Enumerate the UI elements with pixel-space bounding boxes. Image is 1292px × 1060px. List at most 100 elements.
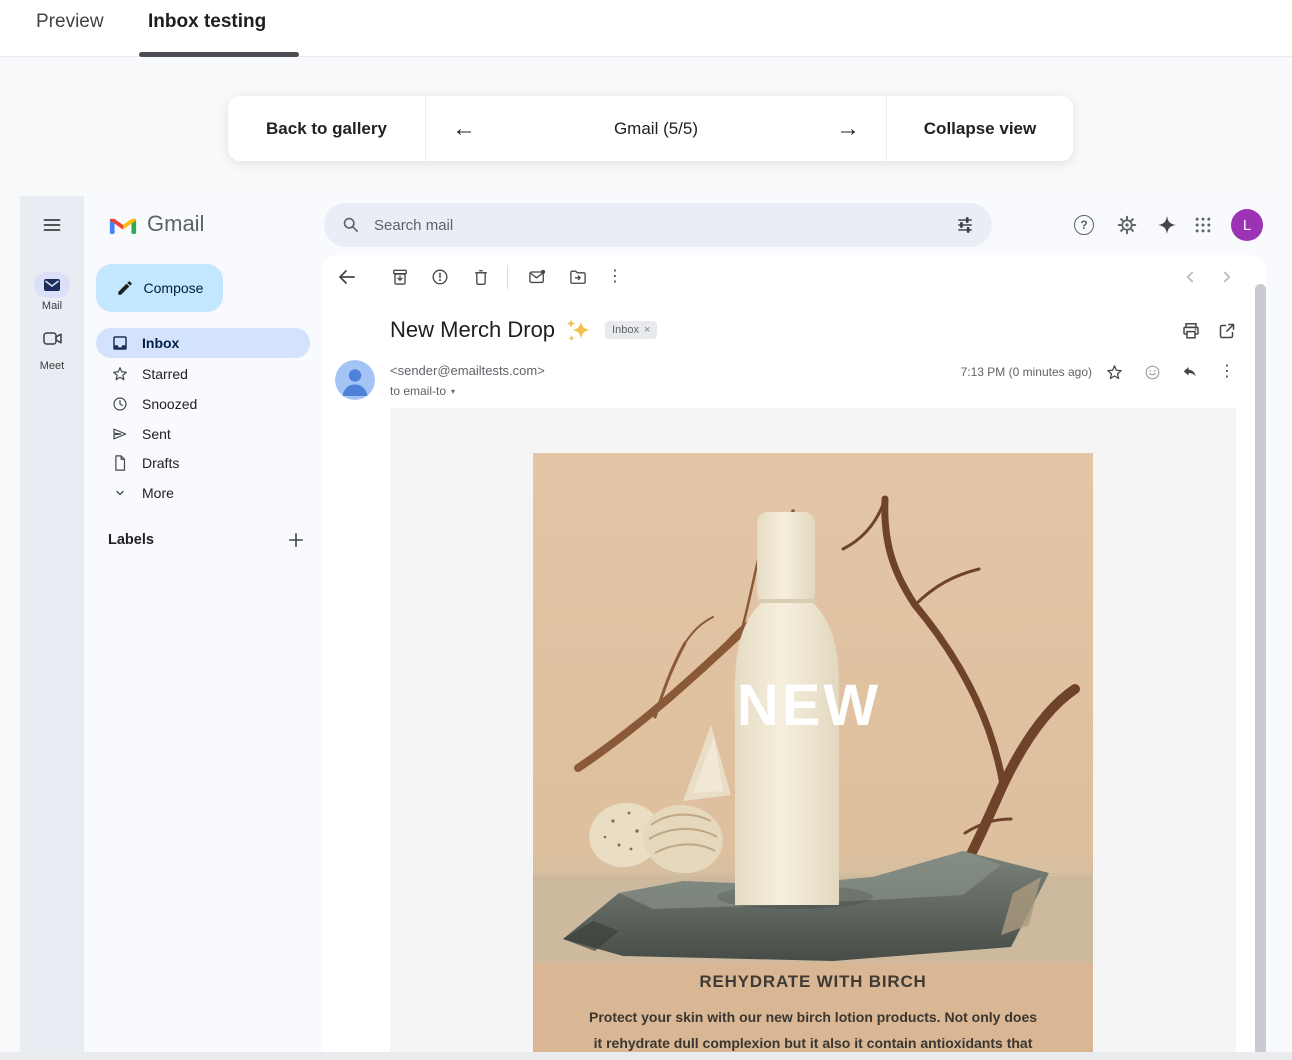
mark-unread-icon[interactable] xyxy=(519,259,555,295)
sidebar-item-label: Inbox xyxy=(142,335,179,351)
email-heading: REHYDRATE WITH BIRCH xyxy=(533,972,1093,992)
collapse-view-button[interactable]: Collapse view xyxy=(887,96,1073,161)
help-icon: ? xyxy=(1074,215,1094,235)
product-hero-image: NEW xyxy=(533,453,1093,963)
sidebar-item-label: More xyxy=(142,485,174,501)
pane-scrollbar[interactable] xyxy=(1255,284,1266,1053)
tab-preview[interactable]: Preview xyxy=(36,11,104,33)
email-paragraph-line2: it rehydrate dull complexion but it also… xyxy=(533,1035,1093,1051)
gmail-logo: Gmail xyxy=(108,211,204,237)
recipient-text: to email-to xyxy=(390,384,446,398)
search-bar xyxy=(324,203,992,247)
clock-icon xyxy=(110,395,130,413)
chip-remove-icon[interactable]: × xyxy=(644,324,650,336)
compose-button[interactable]: Compose xyxy=(96,264,223,312)
previous-client-arrow-icon[interactable]: ← xyxy=(452,117,476,141)
recipient-line[interactable]: to email-to ▾ xyxy=(390,384,455,398)
search-icon xyxy=(342,216,360,234)
print-icon[interactable] xyxy=(1173,313,1209,349)
search-input[interactable] xyxy=(374,217,942,234)
rail-meet-button[interactable] xyxy=(38,327,66,349)
rail-mail-label: Mail xyxy=(20,300,84,312)
search-options-icon[interactable] xyxy=(956,216,974,234)
kebab-glyph: ⋮ xyxy=(1219,364,1235,380)
plus-icon xyxy=(288,532,304,548)
open-in-new-icon[interactable] xyxy=(1209,313,1245,349)
page: Preview Inbox testing Back to gallery ← … xyxy=(0,0,1292,1060)
inbox-label-chip[interactable]: Inbox × xyxy=(605,321,657,339)
newer-message-icon[interactable] xyxy=(1172,259,1208,295)
toolbar-divider xyxy=(507,265,508,289)
details-caret-icon[interactable]: ▾ xyxy=(451,387,455,396)
inbox-icon xyxy=(110,334,130,352)
sidebar-item-label: Starred xyxy=(142,366,188,382)
compose-label: Compose xyxy=(144,280,204,296)
person-icon xyxy=(335,360,375,400)
back-arrow-icon[interactable] xyxy=(329,259,365,295)
create-label-button[interactable] xyxy=(282,526,310,554)
sidebar-item-more[interactable]: More xyxy=(96,478,310,508)
star-icon xyxy=(110,365,130,383)
back-to-gallery-button[interactable]: Back to gallery xyxy=(228,96,425,161)
report-spam-icon[interactable] xyxy=(422,259,458,295)
sparkle-icon xyxy=(1157,215,1177,235)
kebab-glyph: ⋮ xyxy=(607,269,623,285)
sparkles-emoji-icon xyxy=(565,317,591,343)
mail-icon xyxy=(44,279,60,291)
sidebar-item-inbox[interactable]: Inbox xyxy=(96,328,310,358)
sidebar-item-starred[interactable]: Starred xyxy=(96,359,310,389)
reply-icon[interactable] xyxy=(1172,354,1208,390)
gmail-window: Mail Meet Gmail ? xyxy=(20,196,1270,1053)
star-message-icon[interactable] xyxy=(1096,354,1132,390)
sidebar-item-sent[interactable]: Sent xyxy=(96,419,310,449)
more-options-icon[interactable]: ⋮ xyxy=(597,259,633,295)
sender-avatar[interactable] xyxy=(335,360,375,400)
sidebar-item-snoozed[interactable]: Snoozed xyxy=(96,389,310,419)
email-paragraph-line1: Protect your skin with our new birch lot… xyxy=(533,1009,1093,1025)
sidebar-item-drafts[interactable]: Drafts xyxy=(96,448,310,478)
rail-meet-label: Meet xyxy=(20,360,84,372)
archive-icon[interactable] xyxy=(382,259,418,295)
settings-button[interactable] xyxy=(1107,205,1147,245)
message-pane: ⋮ New Merch Drop Inbox × xyxy=(322,255,1266,1053)
sidebar-item-label: Snoozed xyxy=(142,396,197,412)
message-more-icon[interactable]: ⋮ xyxy=(1209,354,1245,390)
gmail-brand-text: Gmail xyxy=(147,211,204,237)
delete-icon[interactable] xyxy=(463,259,499,295)
subject-row: New Merch Drop Inbox × xyxy=(390,317,657,343)
image-overlay-text: NEW xyxy=(737,673,881,738)
next-client-arrow-icon[interactable]: → xyxy=(836,117,860,141)
video-camera-icon xyxy=(43,332,62,345)
apps-grid-button[interactable] xyxy=(1183,205,1223,245)
move-to-icon[interactable] xyxy=(560,259,596,295)
apps-grid-icon xyxy=(1193,215,1213,235)
sidebar-item-label: Drafts xyxy=(142,455,179,471)
draft-icon xyxy=(110,454,130,472)
top-tab-bar: Preview Inbox testing xyxy=(0,0,1292,57)
client-switcher: ← Gmail (5/5) → xyxy=(426,96,886,161)
message-timestamp: 7:13 PM (0 minutes ago) xyxy=(961,365,1092,379)
sidebar-item-label: Sent xyxy=(142,426,171,442)
bottom-edge-strip xyxy=(0,1052,1292,1060)
rail-mail-button[interactable] xyxy=(34,272,70,298)
active-tab-indicator xyxy=(139,52,299,57)
chevron-down-icon xyxy=(110,484,130,502)
account-avatar[interactable]: L xyxy=(1231,209,1263,241)
hamburger-menu-icon[interactable] xyxy=(32,205,72,245)
client-title: Gmail (5/5) xyxy=(614,119,698,139)
gear-icon xyxy=(1116,214,1138,236)
gemini-button[interactable] xyxy=(1147,205,1187,245)
left-rail: Mail Meet xyxy=(20,196,84,1053)
email-subject: New Merch Drop xyxy=(390,317,555,343)
help-button[interactable]: ? xyxy=(1064,205,1104,245)
email-text-section: REHYDRATE WITH BIRCH Protect your skin w… xyxy=(533,963,1093,1053)
tab-inbox-testing[interactable]: Inbox testing xyxy=(148,11,266,33)
send-icon xyxy=(110,425,130,443)
email-body-container: NEW REHYDRATE WITH BIRCH Protect your sk… xyxy=(390,408,1236,1053)
gmail-m-icon xyxy=(108,213,138,236)
preview-toolbar: Back to gallery ← Gmail (5/5) → Collapse… xyxy=(228,96,1073,161)
older-message-icon[interactable] xyxy=(1209,259,1245,295)
emoji-reaction-icon[interactable] xyxy=(1134,354,1170,390)
sender-email: <sender@emailtests.com> xyxy=(390,363,545,378)
pencil-icon xyxy=(116,279,134,297)
